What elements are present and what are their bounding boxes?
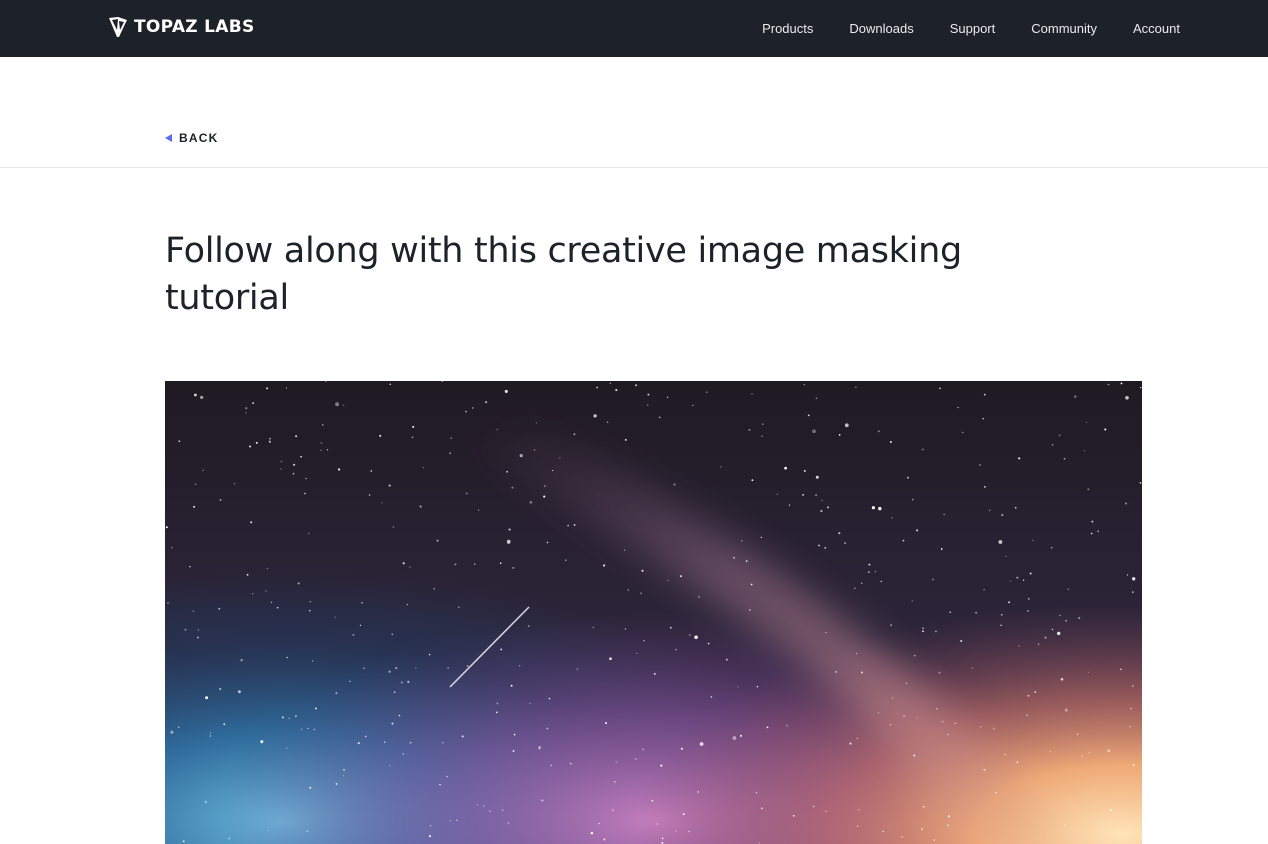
nav-item-support[interactable]: Support — [950, 21, 996, 36]
nav-item-products[interactable]: Products — [762, 21, 813, 36]
nav-item-account[interactable]: Account — [1133, 21, 1180, 36]
back-button[interactable]: BACK — [165, 131, 218, 145]
nav-item-downloads[interactable]: Downloads — [849, 21, 913, 36]
brand-logo[interactable]: TOPAZ LABS — [108, 15, 255, 39]
nav-item-community[interactable]: Community — [1031, 21, 1097, 36]
main-nav: Products Downloads Support Community Acc… — [726, 0, 1180, 57]
hero-image — [165, 381, 1142, 844]
back-bar: BACK — [0, 57, 1268, 168]
topaz-diamond-icon — [109, 17, 127, 37]
milky-way-night-sky-photo — [165, 381, 1142, 844]
triangle-left-icon — [165, 134, 172, 142]
back-label: BACK — [179, 131, 219, 145]
article-title: Follow along with this creative image ma… — [165, 231, 962, 318]
top-navigation-bar: TOPAZ LABS Products Downloads Support Co… — [0, 0, 1268, 57]
brand-name: TOPAZ LABS — [134, 17, 255, 37]
